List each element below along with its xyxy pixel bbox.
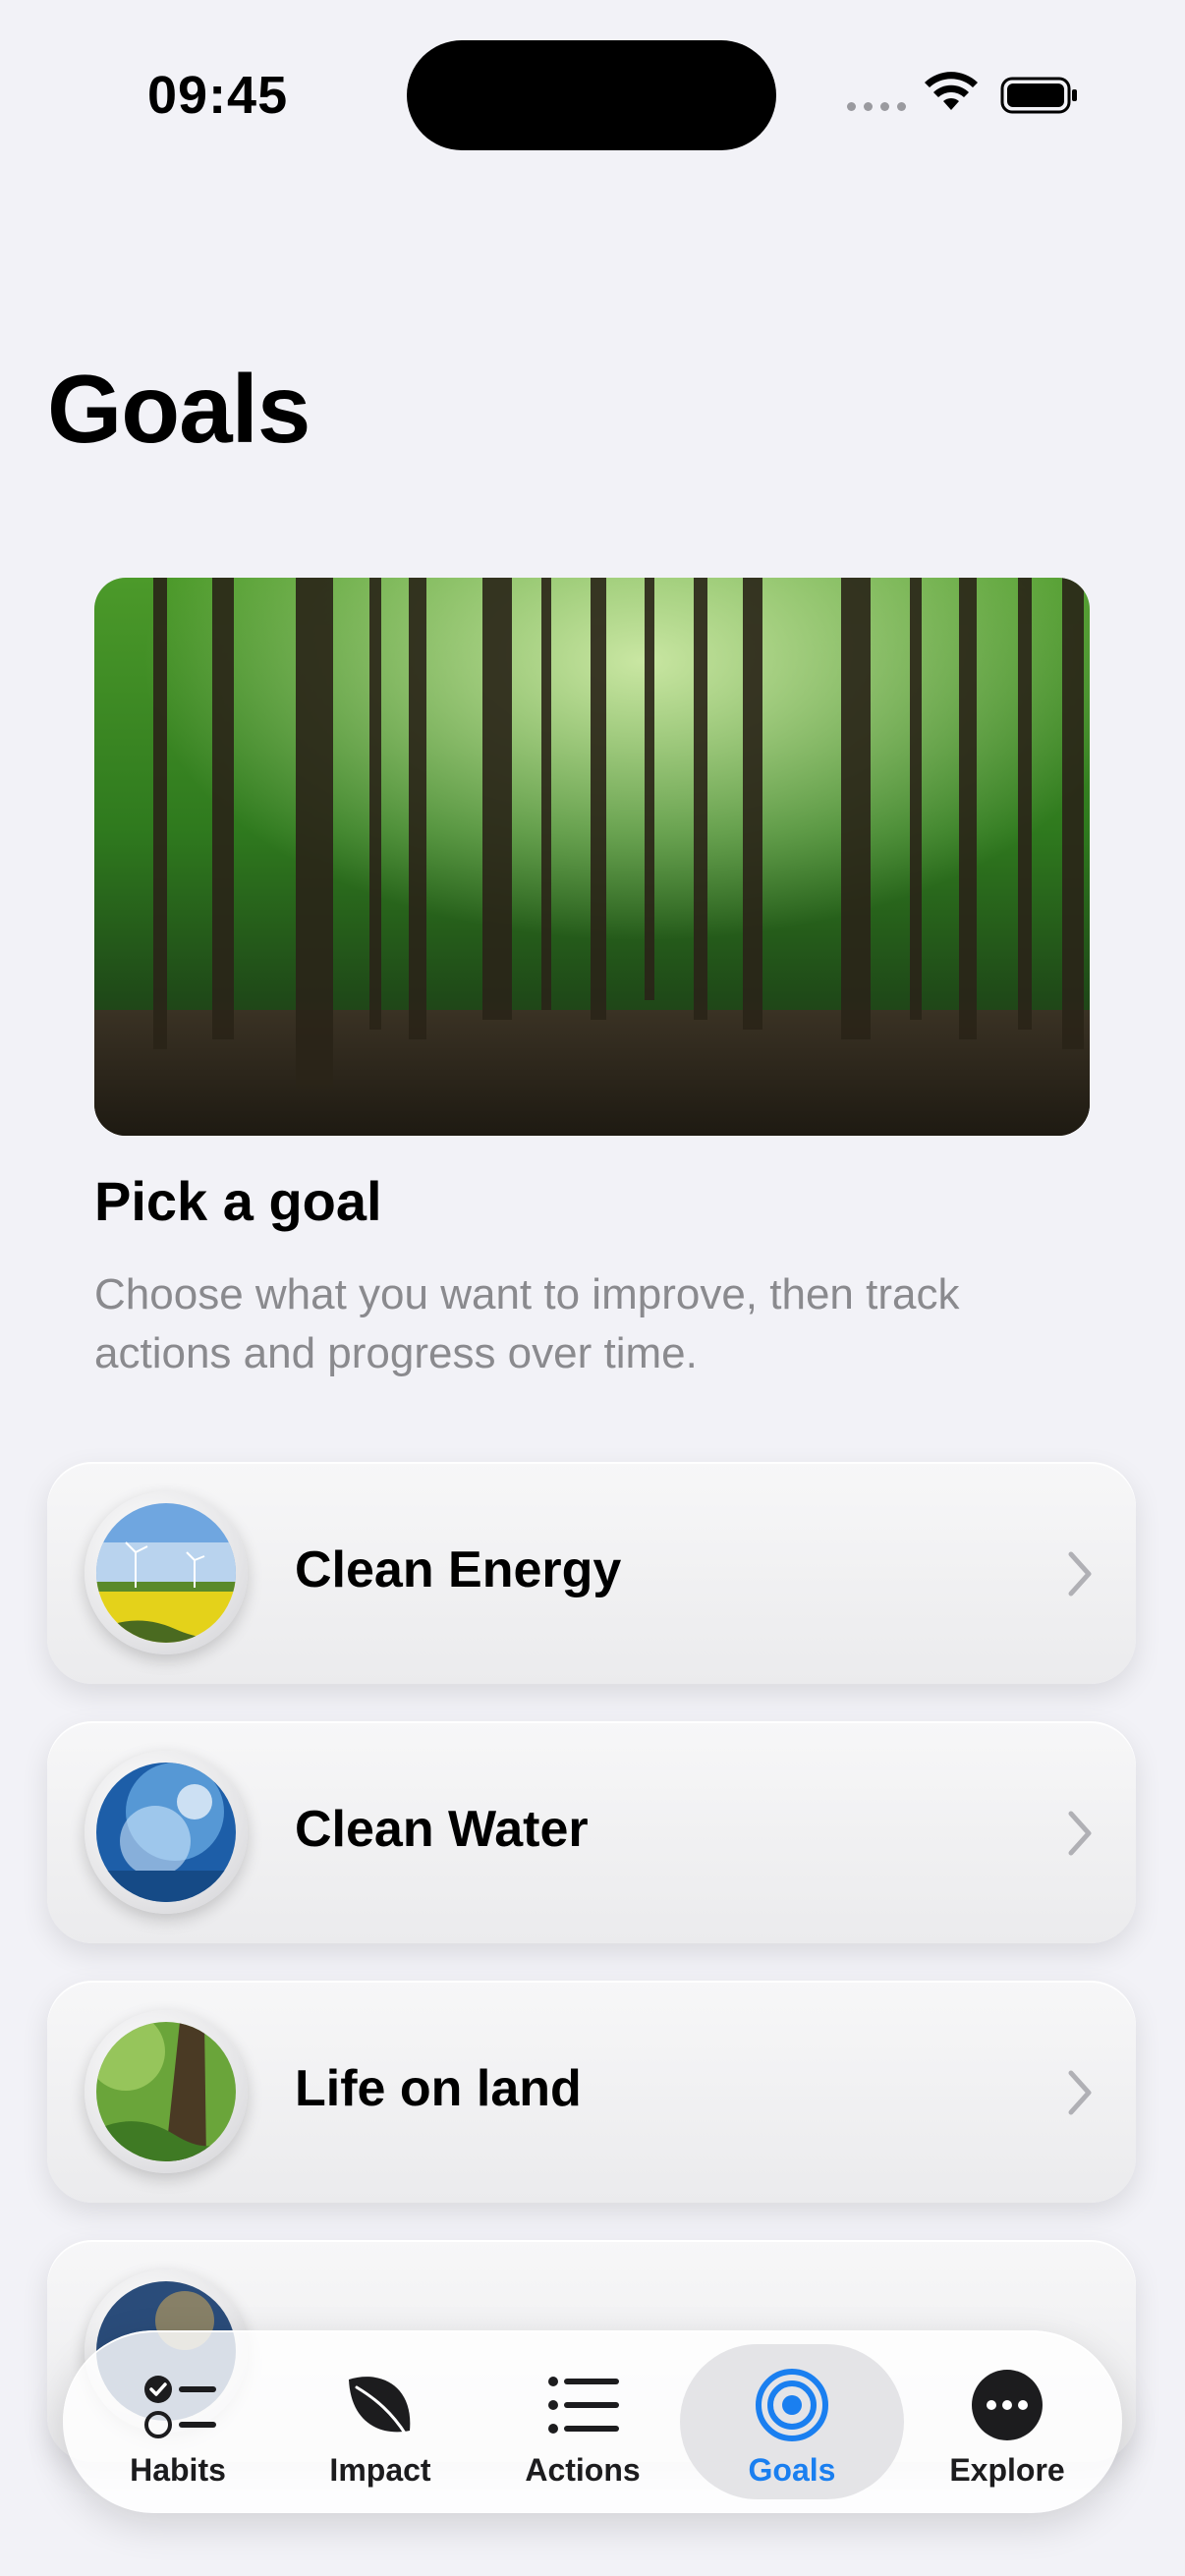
tab-goals[interactable]: Goals bbox=[680, 2344, 904, 2499]
wifi-icon bbox=[925, 72, 978, 110]
tab-actions[interactable]: Actions bbox=[481, 2330, 684, 2513]
goal-thumbnail bbox=[85, 1491, 248, 1654]
more-icon bbox=[972, 2370, 1043, 2440]
tab-explore[interactable]: Explore bbox=[906, 2330, 1108, 2513]
goal-card-life-on-land[interactable]: Life on land bbox=[47, 1981, 1136, 2203]
tab-bar: Habits Impact Actions Goals Explore bbox=[63, 2330, 1122, 2513]
dynamic-island bbox=[407, 40, 776, 150]
list-icon bbox=[548, 2377, 619, 2434]
tab-label: Impact bbox=[329, 2452, 431, 2488]
tab-impact[interactable]: Impact bbox=[279, 2330, 481, 2513]
cellular-signal-icon bbox=[847, 102, 906, 111]
chevron-right-icon bbox=[1068, 2070, 1092, 2115]
wind-turbine-field-image bbox=[96, 1503, 236, 1643]
chevron-right-icon bbox=[1068, 1811, 1092, 1856]
status-time: 09:45 bbox=[147, 66, 289, 125]
tab-habits[interactable]: Habits bbox=[77, 2330, 279, 2513]
leaf-icon bbox=[349, 2377, 411, 2436]
goal-label: Clean Energy bbox=[295, 1541, 622, 1598]
goal-label: Life on land bbox=[295, 2060, 582, 2117]
tab-label: Actions bbox=[525, 2452, 641, 2488]
chevron-right-icon bbox=[1068, 1551, 1092, 1596]
goal-thumbnail bbox=[85, 1751, 248, 1914]
goal-label: Clean Water bbox=[295, 1801, 589, 1858]
tab-label: Habits bbox=[130, 2452, 226, 2488]
goal-card-clean-water[interactable]: Clean Water bbox=[47, 1721, 1136, 1943]
goal-card-clean-energy[interactable]: Clean Energy bbox=[47, 1462, 1136, 1684]
battery-icon bbox=[1000, 77, 1077, 114]
intro-title: Pick a goal bbox=[94, 1170, 382, 1232]
water-splash-image bbox=[96, 1763, 236, 1902]
target-icon bbox=[756, 2369, 828, 2441]
forest-hero-image bbox=[94, 578, 1090, 1136]
page-title: Goals bbox=[47, 355, 310, 463]
tab-label: Goals bbox=[748, 2452, 836, 2488]
intro-subtitle: Choose what you want to improve, then tr… bbox=[94, 1270, 960, 1377]
checklist-icon bbox=[144, 2376, 216, 2438]
forest-moss-image bbox=[96, 2022, 236, 2161]
tab-label: Explore bbox=[949, 2452, 1065, 2488]
goal-thumbnail bbox=[85, 2010, 248, 2173]
